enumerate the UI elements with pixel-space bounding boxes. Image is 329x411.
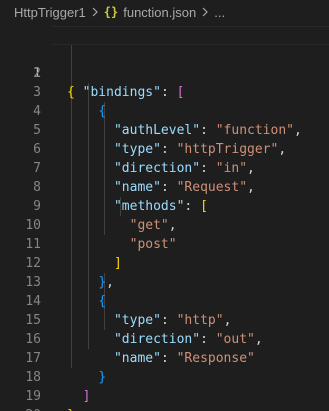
code-line: 16 "name": "Response" xyxy=(0,311,329,366)
code-line: 6 "direction": "in", xyxy=(0,121,329,176)
code-line: 17 } xyxy=(0,330,329,385)
code-line: 2 "bindings": [ xyxy=(0,45,329,100)
code-line: 4 "authLevel": "function", xyxy=(0,83,329,138)
breadcrumb-file-label: function.json xyxy=(123,4,197,20)
code-line: 13 { xyxy=(0,254,329,309)
line-number: 20 xyxy=(0,406,41,411)
breadcrumb-file[interactable]: {} function.json xyxy=(104,5,196,20)
chevron-right-icon xyxy=(201,7,209,17)
code-line: 5 "type": "httpTrigger", xyxy=(0,102,329,157)
code-line: 14 "type": "http", xyxy=(0,273,329,328)
chevron-right-icon xyxy=(91,7,99,17)
code-line: 19 } xyxy=(0,368,329,411)
current-line-highlight xyxy=(52,26,329,45)
code-line: 20 xyxy=(0,387,329,411)
code-line: 12 }, xyxy=(0,235,329,290)
code-line: 9 "get", xyxy=(0,178,329,233)
breadcrumb-more[interactable]: ... xyxy=(214,5,225,20)
code-editor[interactable]: 1 { 2 "bindings": [ 3 { 4 "authLevel": "… xyxy=(0,26,329,411)
breadcrumb: HttpTrigger1 {} function.json ... xyxy=(0,0,329,24)
breadcrumb-folder[interactable]: HttpTrigger1 xyxy=(14,5,86,20)
code-line: 11 ] xyxy=(0,216,329,271)
code-line: 15 "direction": "out", xyxy=(0,292,329,347)
code-line: 18 ] xyxy=(0,349,329,404)
code-line: 3 { xyxy=(0,64,329,119)
code-line: 8 "methods": [ xyxy=(0,159,329,214)
code-line: 10 "post" xyxy=(0,197,329,252)
code-line: 7 "name": "Request", xyxy=(0,140,329,195)
code-line: 1 { xyxy=(0,26,329,100)
json-file-icon: {} xyxy=(103,5,119,19)
